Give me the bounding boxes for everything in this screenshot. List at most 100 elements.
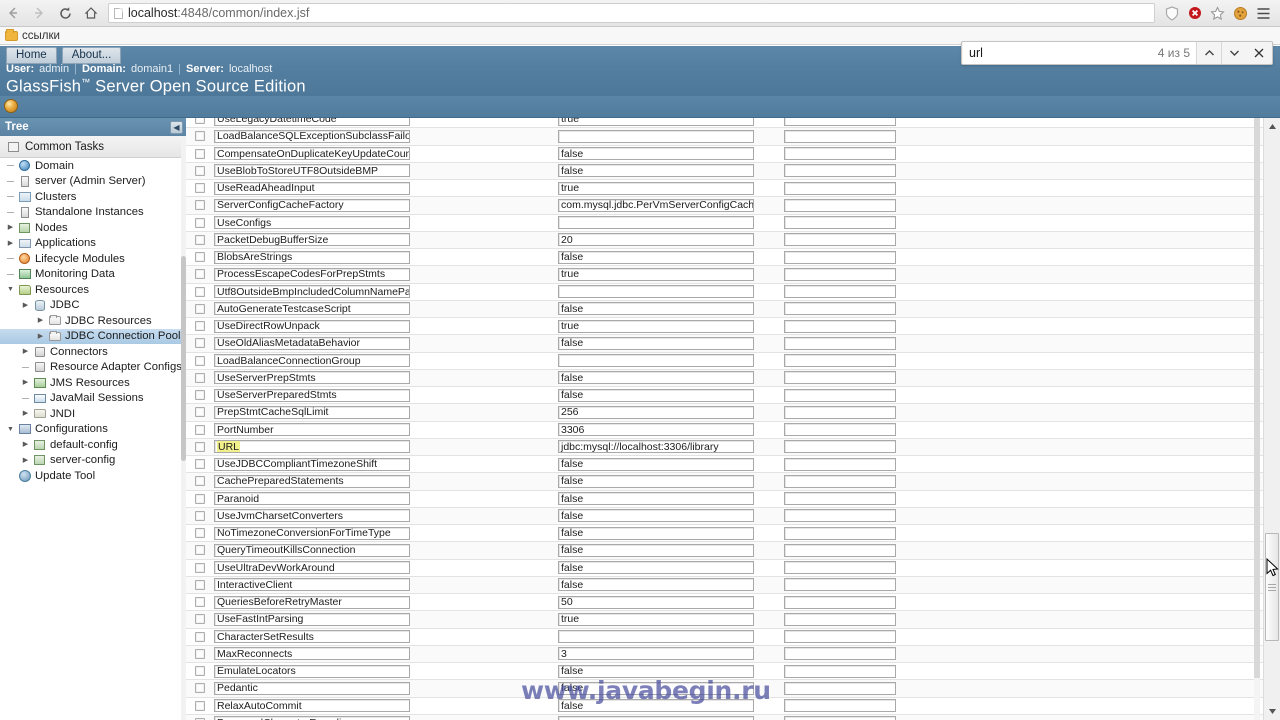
row-checkbox[interactable]: [195, 269, 205, 280]
find-previous-button[interactable]: [1196, 42, 1221, 64]
sidebar-item-applications[interactable]: ▶ Applications: [0, 236, 186, 252]
sidebar-item-configurations[interactable]: ▼ Configurations: [0, 422, 186, 438]
property-name-input[interactable]: BlobsAreStrings: [214, 250, 410, 264]
property-description-input[interactable]: [784, 250, 896, 264]
row-checkbox[interactable]: [195, 252, 205, 263]
property-description-input[interactable]: [784, 561, 896, 575]
row-checkbox[interactable]: [195, 545, 205, 556]
row-checkbox[interactable]: [195, 476, 205, 487]
bookmark-star-icon[interactable]: [1207, 0, 1228, 27]
property-description-input[interactable]: [784, 440, 896, 454]
sidebar-item-jndi[interactable]: ▶ JNDI: [0, 406, 186, 422]
property-description-input[interactable]: [784, 630, 896, 644]
sidebar-item-domain[interactable]: Domain: [0, 158, 186, 174]
row-checkbox[interactable]: [195, 407, 205, 418]
property-value-input[interactable]: [558, 716, 754, 720]
chevron-left-icon[interactable]: ◀: [170, 120, 183, 134]
property-value-input[interactable]: false: [558, 543, 754, 557]
property-name-input[interactable]: CompensateOnDuplicateKeyUpdateCounts: [214, 147, 410, 161]
property-name-input[interactable]: LoadBalanceConnectionGroup: [214, 354, 410, 368]
sidebar-item-common-tasks[interactable]: Common Tasks: [0, 136, 186, 158]
property-value-input[interactable]: 256: [558, 405, 754, 419]
property-name-input[interactable]: Pedantic: [214, 681, 410, 695]
chevron-down-icon[interactable]: ▼: [4, 286, 17, 293]
cookie-icon[interactable]: [1230, 0, 1251, 27]
property-description-input[interactable]: [784, 198, 896, 212]
property-name-input[interactable]: QueryTimeoutKillsConnection: [214, 543, 410, 557]
property-name-input[interactable]: NoTimezoneConversionForTimeType: [214, 526, 410, 540]
property-value-input[interactable]: 3: [558, 647, 754, 661]
row-checkbox[interactable]: [195, 631, 205, 642]
sidebar-item-javamail-sessions[interactable]: JavaMail Sessions: [0, 391, 186, 407]
chevron-right-icon[interactable]: ▶: [19, 379, 32, 386]
property-name-input[interactable]: CachePreparedStatements: [214, 474, 410, 488]
sidebar-item-jdbc-connection-pools[interactable]: ▶ JDBC Connection Pools: [0, 328, 186, 344]
back-arrow-icon[interactable]: [0, 0, 26, 27]
sidebar-item-server-config[interactable]: ▶ server-config: [0, 453, 186, 469]
sidebar-item-jdbc-resources[interactable]: ▶ JDBC Resources: [0, 313, 186, 329]
row-checkbox[interactable]: [195, 597, 205, 608]
property-name-input[interactable]: PasswordCharacterEncoding: [214, 716, 410, 720]
shield-icon[interactable]: [1161, 0, 1182, 27]
property-description-input[interactable]: [784, 405, 896, 419]
row-checkbox[interactable]: [195, 183, 205, 194]
find-next-button[interactable]: [1221, 42, 1246, 64]
property-description-input[interactable]: [784, 371, 896, 385]
chevron-right-icon[interactable]: ▶: [19, 457, 32, 464]
chevron-right-icon[interactable]: ▶: [34, 333, 47, 340]
property-description-input[interactable]: [784, 164, 896, 178]
property-value-input[interactable]: false: [558, 561, 754, 575]
property-value-input[interactable]: false: [558, 681, 754, 695]
property-description-input[interactable]: [784, 509, 896, 523]
property-name-input[interactable]: UseJvmCharsetConverters: [214, 509, 410, 523]
content-scrollbar[interactable]: [1254, 118, 1260, 720]
property-name-input[interactable]: LoadBalanceSQLExceptionSubclassFailover: [214, 129, 410, 143]
row-checkbox[interactable]: [195, 286, 205, 297]
property-value-input[interactable]: true: [558, 118, 754, 126]
property-name-input[interactable]: ServerConfigCacheFactory: [214, 198, 410, 212]
chevron-right-icon[interactable]: ▶: [19, 302, 32, 309]
property-description-input[interactable]: [784, 354, 896, 368]
property-description-input[interactable]: [784, 716, 896, 720]
property-value-input[interactable]: false: [558, 388, 754, 402]
row-checkbox[interactable]: [195, 459, 205, 470]
block-badge-icon[interactable]: [1184, 0, 1205, 27]
property-name-input[interactable]: ProcessEscapeCodesForPrepStmts: [214, 267, 410, 281]
property-name-input[interactable]: UseDirectRowUnpack: [214, 319, 410, 333]
property-name-input[interactable]: UseJDBCCompliantTimezoneShift: [214, 457, 410, 471]
chevron-right-icon[interactable]: ▶: [19, 441, 32, 448]
property-description-input[interactable]: [784, 543, 896, 557]
sidebar-item-connectors[interactable]: ▶ Connectors: [0, 344, 186, 360]
row-checkbox[interactable]: [195, 528, 205, 539]
property-value-input[interactable]: true: [558, 612, 754, 626]
property-description-input[interactable]: [784, 302, 896, 316]
address-bar[interactable]: localhost:4848/common/index.jsf: [108, 3, 1155, 23]
tab-home[interactable]: Home: [6, 47, 57, 64]
property-description-input[interactable]: [784, 699, 896, 713]
property-name-input[interactable]: UseConfigs: [214, 216, 410, 230]
property-name-input[interactable]: Utf8OutsideBmpIncludedColumnNamePattern: [214, 285, 410, 299]
row-checkbox[interactable]: [195, 493, 205, 504]
row-checkbox[interactable]: [195, 338, 205, 349]
property-value-input[interactable]: 3306: [558, 423, 754, 437]
row-checkbox[interactable]: [195, 217, 205, 228]
property-description-input[interactable]: [784, 647, 896, 661]
property-value-input[interactable]: [558, 630, 754, 644]
property-description-input[interactable]: [784, 129, 896, 143]
sidebar-item-jms-resources[interactable]: ▶ JMS Resources: [0, 375, 186, 391]
forward-arrow-icon[interactable]: [26, 0, 52, 27]
property-name-input[interactable]: PortNumber: [214, 423, 410, 437]
property-value-input[interactable]: false: [558, 336, 754, 350]
row-checkbox[interactable]: [195, 562, 205, 573]
property-name-input[interactable]: CharacterSetResults: [214, 630, 410, 644]
property-description-input[interactable]: [784, 285, 896, 299]
property-name-input[interactable]: RelaxAutoCommit: [214, 699, 410, 713]
row-checkbox[interactable]: [195, 579, 205, 590]
property-value-input[interactable]: false: [558, 578, 754, 592]
chevron-right-icon[interactable]: ▶: [19, 348, 32, 355]
property-description-input[interactable]: [784, 664, 896, 678]
property-value-input[interactable]: false: [558, 664, 754, 678]
property-description-input[interactable]: [784, 147, 896, 161]
property-name-input[interactable]: MaxReconnects: [214, 647, 410, 661]
property-value-input[interactable]: false: [558, 474, 754, 488]
